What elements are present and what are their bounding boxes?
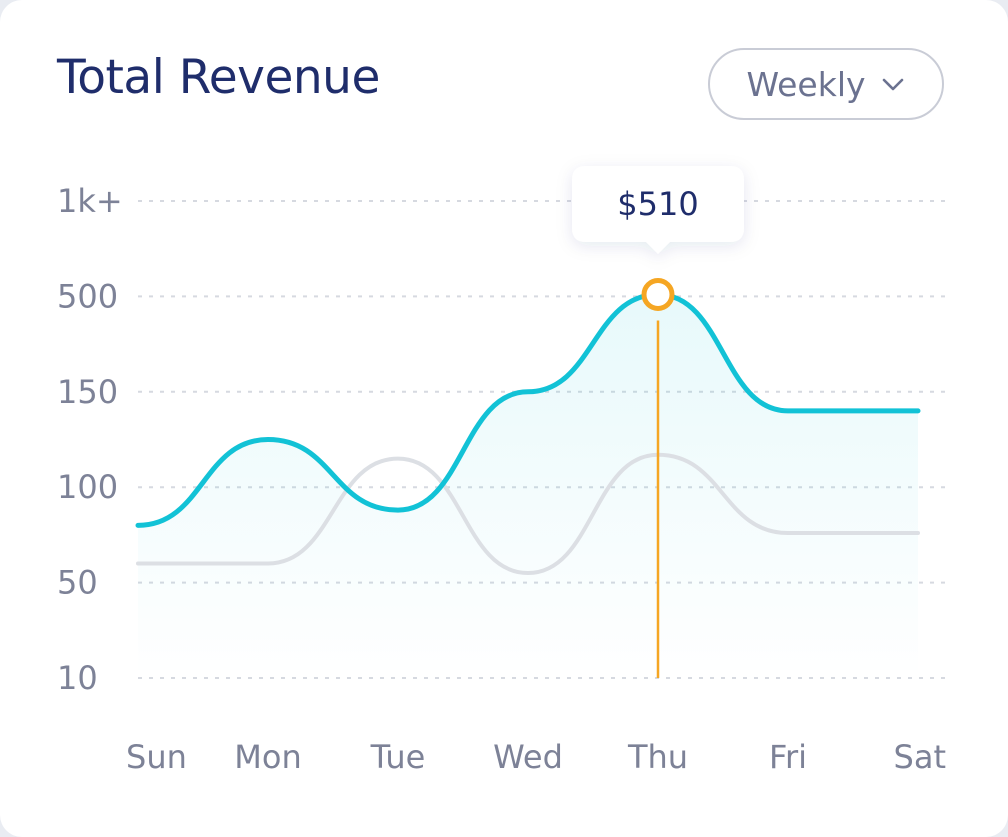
x-tick-label: Sat <box>894 738 946 776</box>
highlight-point[interactable] <box>641 277 675 311</box>
revenue-chart: 10 50 100 150 500 1k+ Sun Mon Tue Wed Thu Fri Sat $… <box>57 166 946 776</box>
y-tick-label: 10 <box>57 659 98 697</box>
y-tick-label: 500 <box>57 277 118 315</box>
y-tick-label: 1k+ <box>57 182 123 220</box>
x-tick-label: Sun <box>126 738 187 776</box>
primary-series-area <box>138 294 918 678</box>
tooltip-value: $510 <box>617 185 698 223</box>
y-tick-label: 50 <box>57 564 98 602</box>
x-tick-label: Mon <box>234 738 301 776</box>
revenue-card: Total Revenue Weekly 10 50 100 150 500 1k+ Su… <box>0 0 1008 837</box>
x-tick-label: Tue <box>370 738 426 776</box>
y-tick-label: 100 <box>57 468 118 506</box>
x-tick-label: Fri <box>769 738 807 776</box>
x-tick-label: Wed <box>493 738 563 776</box>
x-tick-label: Thu <box>627 738 688 776</box>
y-tick-label: 150 <box>57 373 118 411</box>
